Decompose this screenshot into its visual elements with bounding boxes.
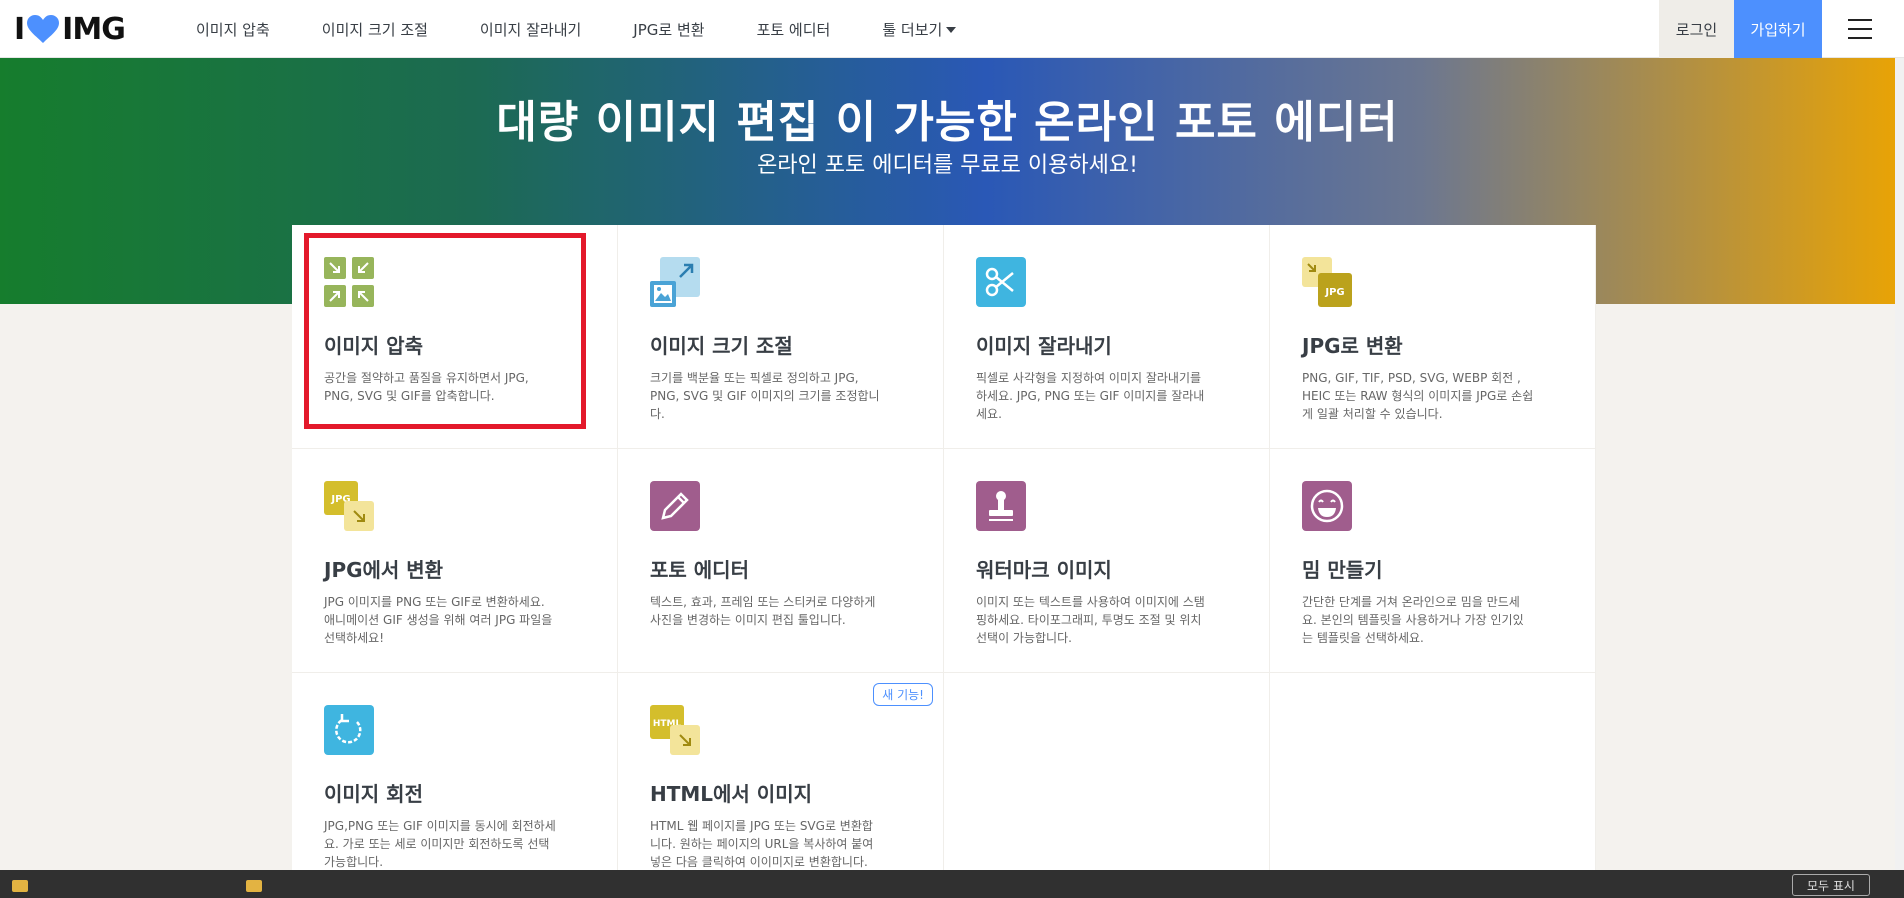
tool-crop[interactable]: 이미지 잘라내기 픽셀로 사각형을 지정하여 이미지 잘라내기를 하세요. JP… bbox=[944, 225, 1270, 449]
html-icon: HTML bbox=[650, 705, 700, 755]
tool-title: 워터마크 이미지 bbox=[976, 558, 1112, 582]
menu-convert-jpg[interactable]: JPG로 변환 bbox=[633, 19, 704, 40]
page-scrollbar[interactable] bbox=[1895, 0, 1904, 870]
tool-photo-editor[interactable]: 포토 에디터 텍스트, 효과, 프레임 또는 스티커로 다양하게 사진을 변경하… bbox=[618, 449, 944, 673]
tool-title: HTML에서 이미지 bbox=[650, 782, 812, 806]
stamp-icon bbox=[976, 481, 1026, 531]
tool-desc: 공간을 절약하고 품질을 유지하면서 JPG, PNG, SVG 및 GIF를 … bbox=[324, 371, 529, 403]
compress-icon bbox=[324, 257, 374, 307]
tool-desc: JPG 이미지를 PNG 또는 GIF로 변환하세요. 애니메이션 GIF 생성… bbox=[324, 595, 553, 645]
tools-grid: 이미지 압축 공간을 절약하고 품질을 유지하면서 JPG, PNG, SVG … bbox=[292, 225, 1596, 897]
show-all-button[interactable]: 모두 표시 bbox=[1792, 874, 1870, 896]
tool-compress[interactable]: 이미지 압축 공간을 절약하고 품질을 유지하면서 JPG, PNG, SVG … bbox=[292, 225, 618, 449]
tool-title: JPG에서 변환 bbox=[324, 558, 444, 582]
tool-desc: 텍스트, 효과, 프레임 또는 스티커로 다양하게 사진을 변경하는 이미지 편… bbox=[650, 595, 876, 627]
heart-icon bbox=[27, 15, 60, 43]
download-bar: 모두 표시 bbox=[0, 870, 1904, 898]
tool-title: 밈 만들기 bbox=[1302, 558, 1383, 582]
svg-text:JPG: JPG bbox=[1324, 287, 1344, 298]
hero-title: 대량 이미지 편집 이 가능한 온라인 포토 에디터 bbox=[496, 97, 1399, 148]
tool-desc: 픽셀로 사각형을 지정하여 이미지 잘라내기를 하세요. JPG, PNG 또는… bbox=[976, 371, 1205, 421]
tool-title: JPG로 변환 bbox=[1302, 334, 1403, 358]
signup-button[interactable]: 가입하기 bbox=[1734, 0, 1822, 58]
folder-icon bbox=[12, 880, 28, 892]
to-jpg-icon: JPG bbox=[1302, 257, 1352, 307]
empty-cell bbox=[944, 673, 1270, 897]
menu-more-tools[interactable]: 툴 더보기 bbox=[882, 19, 957, 40]
logo-letter-i: I bbox=[14, 11, 25, 47]
laugh-icon bbox=[1302, 481, 1352, 531]
download-item[interactable] bbox=[12, 874, 36, 898]
hamburger-menu-icon[interactable] bbox=[1848, 19, 1872, 39]
tool-resize[interactable]: 이미지 크기 조절 크기를 백분율 또는 픽셀로 정의하고 JPG, PNG, … bbox=[618, 225, 944, 449]
main-menu: 이미지 압축 이미지 크기 조절 이미지 잘라내기 JPG로 변환 포토 에디터… bbox=[196, 0, 1008, 58]
tool-desc: HTML 웹 페이지를 JPG 또는 SVG로 변환합니다. 원하는 페이지의 … bbox=[650, 819, 874, 869]
download-item[interactable] bbox=[246, 874, 270, 898]
tool-rotate[interactable]: 이미지 회전 JPG,PNG 또는 GIF 이미지를 동시에 회전하세요. 가로… bbox=[292, 673, 618, 897]
tool-title: 이미지 잘라내기 bbox=[976, 334, 1112, 358]
menu-compress[interactable]: 이미지 압축 bbox=[196, 19, 270, 40]
hero-subtitle: 온라인 포토 에디터를 무료로 이용하세요! bbox=[757, 153, 1138, 178]
pencil-icon bbox=[650, 481, 700, 531]
empty-cell bbox=[1270, 673, 1596, 897]
menu-photo-editor[interactable]: 포토 에디터 bbox=[757, 19, 831, 40]
top-nav: I IMG 이미지 압축 이미지 크기 조절 이미지 잘라내기 JPG로 변환 … bbox=[0, 0, 1904, 58]
new-feature-badge: 새 기능! bbox=[873, 683, 933, 706]
resize-icon bbox=[650, 257, 700, 307]
login-button[interactable]: 로그인 bbox=[1659, 0, 1734, 58]
logo[interactable]: I IMG bbox=[14, 11, 126, 47]
tool-meme-generator[interactable]: 밈 만들기 간단한 단계를 거쳐 온라인으로 밈을 만드세요. 본인의 템플릿을… bbox=[1270, 449, 1596, 673]
menu-more-tools-label: 툴 더보기 bbox=[882, 20, 943, 39]
menu-resize[interactable]: 이미지 크기 조절 bbox=[322, 19, 428, 40]
tool-desc: PNG, GIF, TIF, PSD, SVG, WEBP 회전 , HEIC … bbox=[1302, 371, 1534, 421]
from-jpg-icon: JPG bbox=[324, 481, 374, 531]
tool-watermark[interactable]: 워터마크 이미지 이미지 또는 텍스트를 사용하여 이미지에 스탬핑하세요. 타… bbox=[944, 449, 1270, 673]
tool-desc: 이미지 또는 텍스트를 사용하여 이미지에 스탬핑하세요. 타이포그래피, 투명… bbox=[976, 595, 1205, 645]
tool-desc: JPG,PNG 또는 GIF 이미지를 동시에 회전하세요. 가로 또는 세로 … bbox=[324, 819, 556, 869]
tool-desc: 간단한 단계를 거쳐 온라인으로 밈을 만드세요. 본인의 템플릿을 사용하거나… bbox=[1302, 595, 1524, 645]
rotate-icon bbox=[324, 705, 374, 755]
logo-text-img: IMG bbox=[62, 11, 126, 47]
tool-convert-from-jpg[interactable]: JPG JPG에서 변환 JPG 이미지를 PNG 또는 GIF로 변환하세요.… bbox=[292, 449, 618, 673]
tool-title: 포토 에디터 bbox=[650, 558, 749, 582]
menu-crop[interactable]: 이미지 잘라내기 bbox=[480, 19, 581, 40]
tool-title: 이미지 크기 조절 bbox=[650, 334, 793, 358]
tool-title: 이미지 회전 bbox=[324, 782, 423, 806]
folder-icon bbox=[246, 880, 262, 892]
scissors-icon bbox=[976, 257, 1026, 307]
tool-title: 이미지 압축 bbox=[324, 334, 423, 358]
tool-html-to-image[interactable]: 새 기능! HTML HTML에서 이미지 HTML 웹 페이지를 JPG 또는… bbox=[618, 673, 944, 897]
tool-desc: 크기를 백분율 또는 픽셀로 정의하고 JPG, PNG, SVG 및 GIF … bbox=[650, 371, 880, 421]
tool-convert-to-jpg[interactable]: JPG JPG로 변환 PNG, GIF, TIF, PSD, SVG, WEB… bbox=[1270, 225, 1596, 449]
caret-down-icon bbox=[946, 27, 957, 33]
